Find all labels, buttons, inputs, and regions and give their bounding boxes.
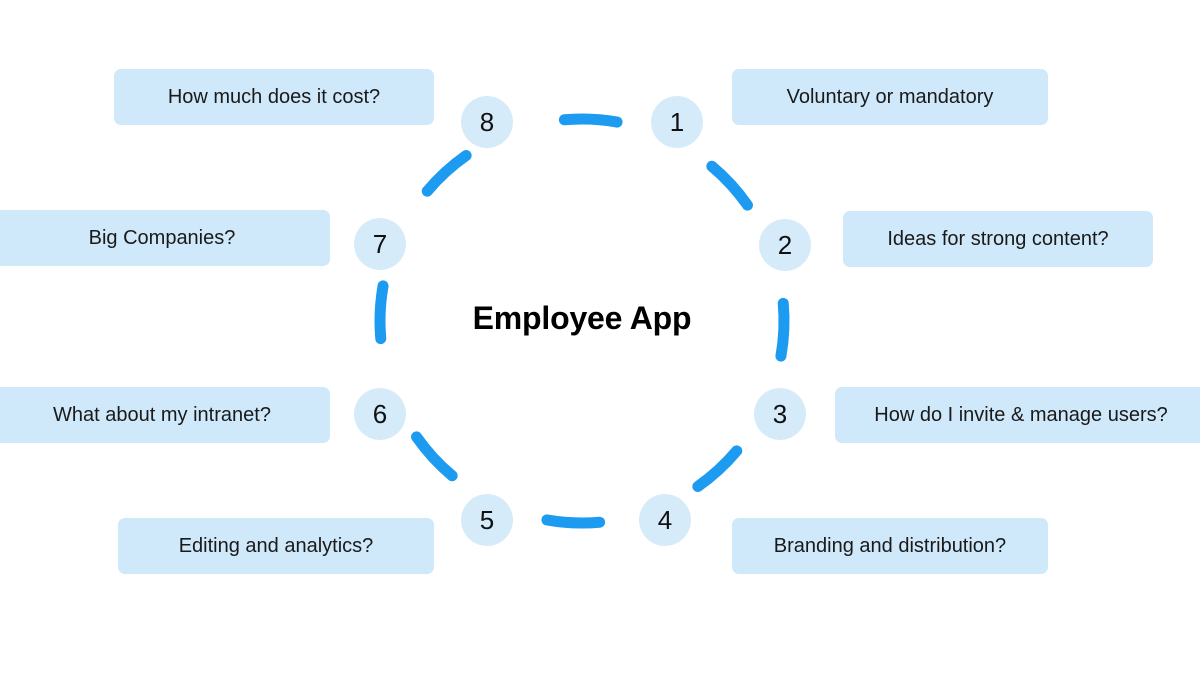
- arc-segment-4: [541, 514, 606, 529]
- label-box-4-text: Branding and distribution?: [773, 534, 1007, 557]
- center-title: Employee App: [472, 300, 692, 336]
- node-6[interactable]: 6: [354, 388, 406, 440]
- label-box-2[interactable]: Ideas for strong content?: [843, 211, 1153, 267]
- node-6-number: 6: [372, 399, 388, 429]
- node-1-number: 1: [669, 107, 685, 137]
- label-box-6-text: What about my intranet?: [53, 403, 271, 426]
- arc-segment-5: [411, 431, 458, 482]
- label-box-5[interactable]: Editing and analytics?: [118, 518, 434, 574]
- node-1[interactable]: 1: [651, 96, 703, 148]
- label-box-8[interactable]: How much does it cost?: [114, 69, 434, 125]
- label-box-5-text: Editing and analytics?: [178, 534, 374, 557]
- node-4[interactable]: 4: [639, 494, 691, 546]
- node-5-number: 5: [479, 505, 495, 535]
- label-box-4[interactable]: Branding and distribution?: [732, 518, 1048, 574]
- label-box-7[interactable]: Big Companies?: [0, 210, 330, 266]
- label-box-2-text: Ideas for strong content?: [887, 227, 1109, 250]
- label-box-3[interactable]: How do I invite & manage users?: [835, 387, 1200, 443]
- label-box-1-text: Voluntary or mandatory: [786, 85, 994, 108]
- label-box-1[interactable]: Voluntary or mandatory: [732, 69, 1048, 125]
- node-3-number: 3: [772, 399, 788, 429]
- arc-segment-1: [706, 160, 753, 211]
- label-box-8-text: How much does it cost?: [167, 85, 381, 108]
- node-5[interactable]: 5: [461, 494, 513, 546]
- diagram-canvas: 1 2 3 4 5 6 7 8 Employee App Voluntary o…: [0, 0, 1200, 673]
- label-box-7-text: Big Companies?: [88, 226, 236, 249]
- node-3[interactable]: 3: [754, 388, 806, 440]
- label-box-6[interactable]: What about my intranet?: [0, 387, 330, 443]
- arc-segment-3: [692, 445, 743, 492]
- node-4-number: 4: [657, 505, 673, 535]
- node-7[interactable]: 7: [354, 218, 406, 270]
- arc-segment-8: [558, 113, 623, 128]
- arc-segment-7: [421, 150, 472, 197]
- node-8-number: 8: [479, 107, 495, 137]
- node-2[interactable]: 2: [759, 219, 811, 271]
- node-7-number: 7: [372, 229, 388, 259]
- node-8[interactable]: 8: [461, 96, 513, 148]
- label-box-3-text: How do I invite & manage users?: [874, 403, 1168, 426]
- node-2-number: 2: [777, 230, 793, 260]
